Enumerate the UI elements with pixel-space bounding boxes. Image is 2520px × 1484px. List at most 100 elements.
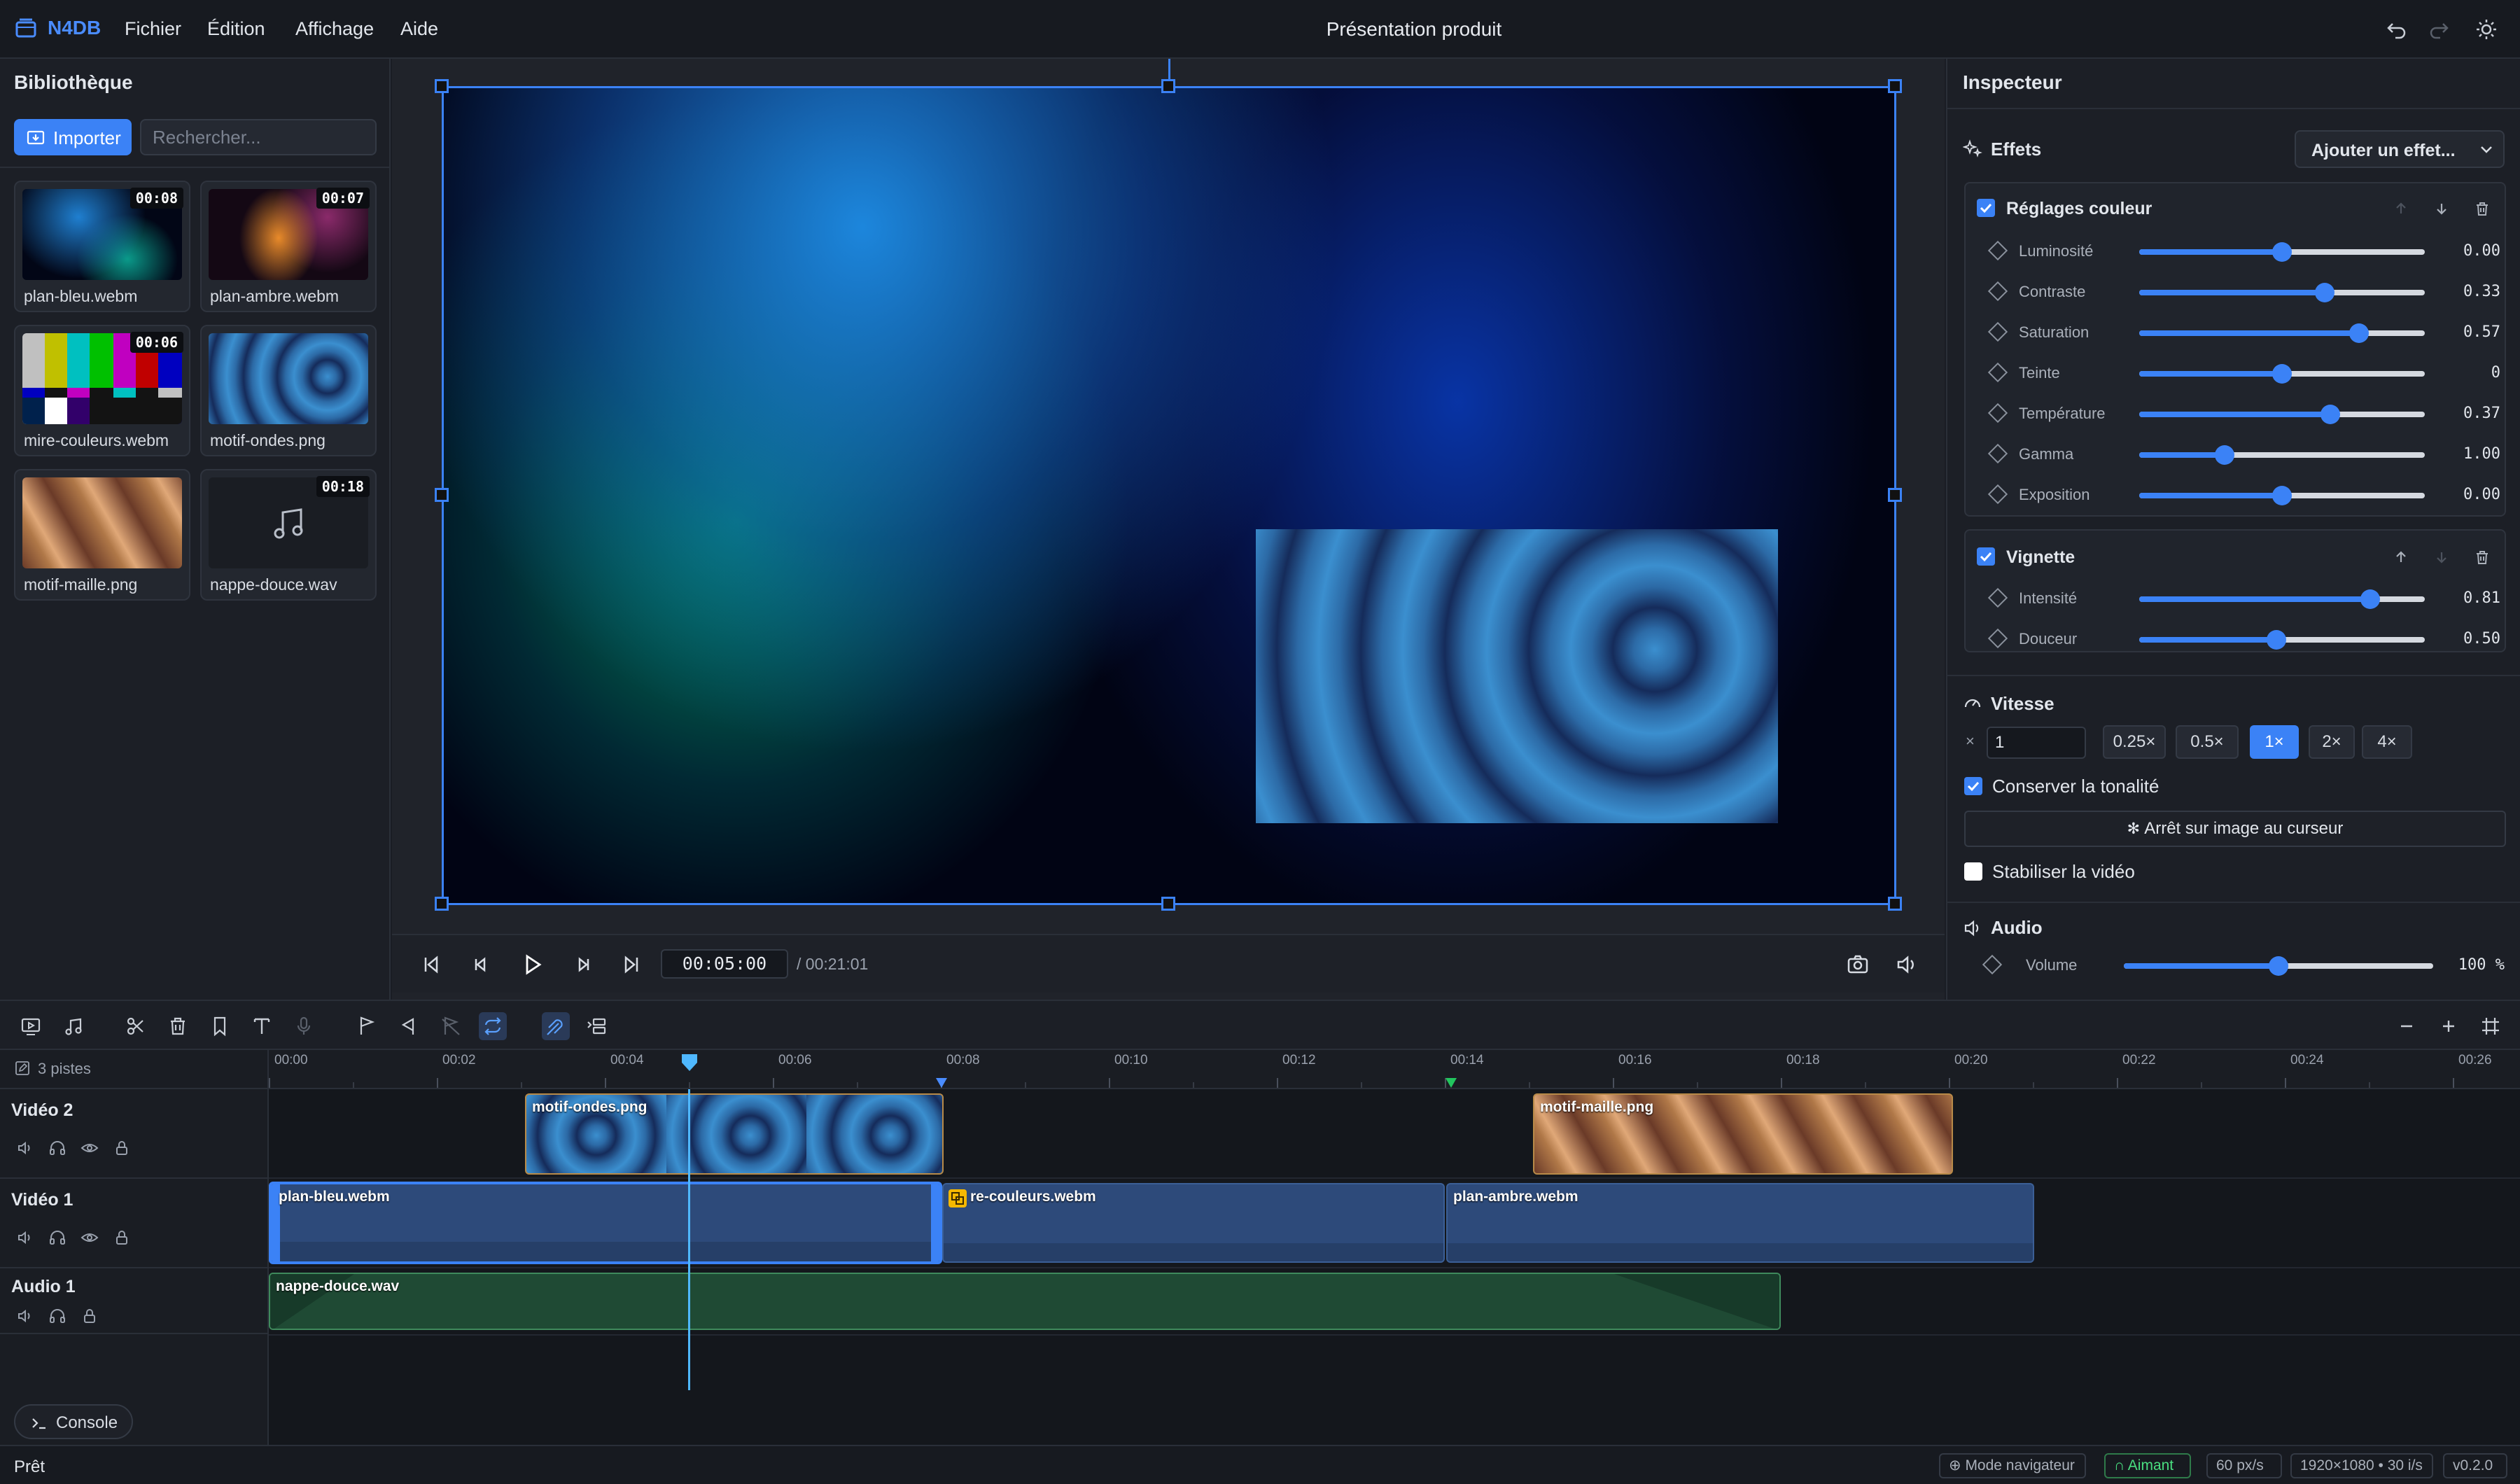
clip-mire-couleurs[interactable]: re-couleurs.webm: [942, 1183, 1445, 1263]
keyframe-diamond-icon[interactable]: [1987, 484, 2008, 505]
media-item[interactable]: 00:06 mire-couleurs.webm: [14, 325, 190, 456]
slider-knob[interactable]: [2360, 589, 2380, 609]
clip-nappe-douce[interactable]: nappe-douce.wav: [269, 1273, 1781, 1330]
skip-start-icon[interactable]: [417, 951, 445, 979]
undo-icon[interactable]: [2383, 15, 2411, 43]
marker-flag-icon[interactable]: [353, 1012, 381, 1040]
param-slider[interactable]: [2139, 589, 2425, 609]
param-slider[interactable]: [2139, 364, 2425, 384]
move-down-icon[interactable]: [2433, 200, 2450, 217]
theme-sun-icon[interactable]: [2472, 15, 2500, 43]
mute-speaker-icon[interactable]: [15, 1228, 35, 1247]
playhead[interactable]: [688, 1089, 690, 1390]
clip-plan-ambre[interactable]: plan-ambre.webm: [1446, 1183, 2034, 1263]
media-item[interactable]: 00:18 nappe-douce.wav: [200, 469, 377, 601]
selection-box[interactable]: [442, 86, 1896, 905]
console-button[interactable]: Console: [14, 1404, 133, 1439]
slider-knob[interactable]: [2272, 242, 2292, 262]
browser-mode-badge[interactable]: ⊕ Mode navigateur: [1939, 1453, 2086, 1478]
add-effect-select[interactable]: Ajouter un effet...: [2295, 130, 2505, 168]
keyframe-diamond-icon[interactable]: [1987, 281, 2008, 302]
redo-icon[interactable]: [2425, 15, 2453, 43]
marker-blue[interactable]: [935, 1077, 948, 1089]
transition-icon[interactable]: [948, 1189, 967, 1208]
keyframe-diamond-icon[interactable]: [1987, 587, 2008, 608]
search-input[interactable]: [140, 119, 377, 155]
speed-preset-2[interactable]: 2×: [2309, 725, 2355, 759]
clip-plan-bleu[interactable]: plan-bleu.webm: [269, 1182, 942, 1264]
slider-knob[interactable]: [2272, 486, 2292, 505]
mute-speaker-icon[interactable]: [15, 1306, 35, 1326]
headphones-icon[interactable]: [48, 1306, 67, 1326]
media-item[interactable]: 00:07 plan-ambre.webm: [200, 181, 377, 312]
param-slider[interactable]: [2139, 283, 2425, 302]
visibility-eye-icon[interactable]: [80, 1228, 99, 1247]
mute-speaker-icon[interactable]: [15, 1138, 35, 1158]
param-slider[interactable]: [2139, 630, 2425, 650]
speed-preset-05[interactable]: 0.5×: [2176, 725, 2239, 759]
loop-icon[interactable]: [479, 1012, 507, 1040]
fit-grid-icon[interactable]: [2477, 1012, 2505, 1040]
microphone-icon[interactable]: [290, 1012, 318, 1040]
keyframe-diamond-icon[interactable]: [1982, 954, 2003, 975]
text-tool-icon[interactable]: [248, 1012, 276, 1040]
snapshot-camera-icon[interactable]: [1844, 951, 1872, 979]
param-slider[interactable]: [2139, 486, 2425, 505]
param-slider[interactable]: [2139, 445, 2425, 465]
lock-icon[interactable]: [112, 1138, 132, 1158]
step-back-icon[interactable]: [466, 951, 494, 979]
move-down-icon[interactable]: [2433, 549, 2450, 566]
media-item[interactable]: 00:08 plan-bleu.webm: [14, 181, 190, 312]
speed-preset-4[interactable]: 4×: [2362, 725, 2412, 759]
resize-handle-t[interactable]: [1161, 79, 1175, 93]
keyframe-diamond-icon[interactable]: [1987, 443, 2008, 464]
marker-off-icon[interactable]: [437, 1012, 465, 1040]
move-up-icon[interactable]: [2393, 200, 2409, 217]
slider-knob[interactable]: [2267, 630, 2286, 650]
import-button[interactable]: Importer: [14, 119, 132, 155]
slider-knob[interactable]: [2272, 364, 2292, 384]
zoom-out-icon[interactable]: [2393, 1012, 2421, 1040]
effect-enable-checkbox[interactable]: [1977, 199, 1995, 217]
keyframe-diamond-icon[interactable]: [1987, 321, 2008, 342]
add-audio-track-icon[interactable]: [60, 1012, 88, 1040]
media-item[interactable]: motif-ondes.png: [200, 325, 377, 456]
play-icon[interactable]: [518, 951, 546, 979]
speed-input[interactable]: [1987, 727, 2086, 759]
slider-knob[interactable]: [2315, 283, 2334, 302]
slider-knob[interactable]: [2349, 323, 2369, 343]
speed-preset-025[interactable]: 0.25×: [2103, 725, 2166, 759]
effect-enable-checkbox[interactable]: [1977, 547, 1995, 566]
slider-knob[interactable]: [2215, 445, 2234, 465]
skip-end-icon[interactable]: [617, 951, 645, 979]
delete-trash-icon[interactable]: [164, 1012, 192, 1040]
slider-knob[interactable]: [2320, 405, 2340, 424]
media-item[interactable]: motif-maille.png: [14, 469, 190, 601]
keyframe-diamond-icon[interactable]: [1987, 402, 2008, 424]
split-scissors-icon[interactable]: [122, 1012, 150, 1040]
marker-green[interactable]: [1445, 1077, 1457, 1089]
param-slider[interactable]: [2139, 242, 2425, 262]
move-up-icon[interactable]: [2393, 549, 2409, 566]
speed-preset-1[interactable]: 1×: [2250, 725, 2299, 759]
param-slider[interactable]: [2139, 323, 2425, 343]
resize-handle-b[interactable]: [1161, 897, 1175, 911]
clip-motif-maille[interactable]: motif-maille.png: [1533, 1093, 1953, 1175]
delete-effect-icon[interactable]: [2474, 200, 2491, 217]
volume-icon[interactable]: [1893, 951, 1921, 979]
magnet-snap-icon[interactable]: [542, 1012, 570, 1040]
headphones-icon[interactable]: [48, 1228, 67, 1247]
resize-handle-tr[interactable]: [1888, 79, 1902, 93]
playhead-handle[interactable]: [680, 1053, 699, 1072]
param-slider[interactable]: [2139, 405, 2425, 424]
lock-icon[interactable]: [80, 1306, 99, 1326]
resize-handle-r[interactable]: [1888, 488, 1902, 502]
bookmark-icon[interactable]: [206, 1012, 234, 1040]
marker-prev-icon[interactable]: [395, 1012, 423, 1040]
timecode-display[interactable]: 00:05:00: [661, 949, 788, 979]
volume-slider[interactable]: [2124, 956, 2433, 976]
zoom-in-icon[interactable]: [2435, 1012, 2463, 1040]
keep-pitch-checkbox[interactable]: [1964, 777, 1982, 795]
keyframe-diamond-icon[interactable]: [1987, 628, 2008, 649]
stabilize-checkbox[interactable]: [1964, 862, 1982, 881]
